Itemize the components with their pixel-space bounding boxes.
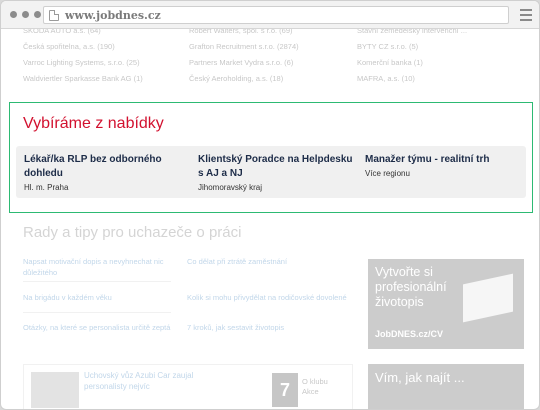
tip-link[interactable]: Otázky, na které se personalista určitě …	[23, 322, 173, 333]
url-text: www.jobdnes.cz	[65, 9, 161, 22]
hamburger-menu-icon[interactable]	[520, 9, 532, 21]
page-icon	[49, 10, 59, 21]
job-card[interactable]: Lékař/ka RLP bez odborného dohledu Hl. m…	[24, 153, 182, 192]
job-location: Jihomoravský kraj	[198, 183, 263, 192]
tip-link[interactable]: Co dělat při ztrátě zaměstnání	[187, 256, 352, 267]
company-column-3: Stavní zemědělský intervenční ... BYTY C…	[357, 29, 467, 87]
company-link[interactable]: Stavní zemědělský intervenční ...	[357, 29, 467, 39]
job-card[interactable]: Klientský Poradce na Helpdesku s AJ a NJ…	[198, 153, 356, 192]
browser-window: www.jobdnes.cz SKODA AUTO a.s. (64) Česk…	[0, 0, 540, 410]
company-column-1: SKODA AUTO a.s. (64) Česká spořitelna, a…	[23, 29, 143, 87]
company-link[interactable]: Česká spořitelna, a.s. (190)	[23, 39, 143, 55]
company-link[interactable]: Partners Market Vydra s.r.o. (6)	[189, 55, 299, 71]
tip-link[interactable]: 7 kroků, jak sestavit životopis	[187, 322, 352, 333]
maximize-dot-icon[interactable]	[34, 11, 41, 18]
company-link[interactable]: Komerční banka (1)	[357, 55, 467, 71]
company-link[interactable]: MAFRA, a.s. (10)	[357, 71, 467, 87]
tips-heading: Rady a tipy pro uchazeče o práci	[23, 224, 242, 241]
job-location: Hl. m. Praha	[24, 183, 69, 192]
job-title-link[interactable]: Lékař/ka RLP bez odborného dohledu	[24, 153, 182, 181]
job-card[interactable]: Manažer týmu - realitní trh Více regionu	[365, 153, 523, 178]
promo-subtitle: JobDNES.cz/CV	[375, 329, 444, 339]
tip-link[interactable]: Na brigádu v každém věku	[23, 292, 173, 303]
company-column-2: Robert Walters, spol. s r.o. (69) Grafto…	[189, 29, 299, 87]
promo2-text: Vím, jak najít ...	[375, 370, 465, 385]
news-thumbnail	[31, 372, 79, 408]
company-link[interactable]: Varroc Lighting Systems, s.r.o. (25)	[23, 55, 143, 71]
club-badge: 7	[272, 373, 298, 407]
club-badge-label[interactable]: O klubu Akce	[302, 377, 342, 397]
address-bar[interactable]: www.jobdnes.cz	[43, 6, 509, 24]
job-title-link[interactable]: Manažer týmu - realitní trh	[365, 153, 523, 167]
featured-heading: Vybíráme z nabídky	[23, 115, 164, 132]
company-link[interactable]: Robert Walters, spol. s r.o. (69)	[189, 29, 299, 39]
news-headline[interactable]: Uchovský vůz Azubi Car zaujal personalis…	[84, 370, 224, 392]
news-item[interactable]: Uchovský vůz Azubi Car zaujal personalis…	[23, 364, 353, 409]
tip-link[interactable]: Kolik si mohu přivydělat na rodičovské d…	[187, 292, 352, 303]
close-dot-icon[interactable]	[10, 11, 17, 18]
tip-link[interactable]: Napsat motivační dopis a nevyhnechat nic…	[23, 256, 173, 278]
promo-text: Vytvořte si profesionální životopis	[375, 265, 447, 309]
company-link[interactable]: Waldviertler Sparkasse Bank AG (1)	[23, 71, 143, 87]
job-location: Více regionu	[365, 169, 410, 178]
featured-jobs-panel: Vybíráme z nabídky Lékař/ka RLP bez odbo…	[9, 102, 533, 213]
divider	[23, 281, 171, 282]
company-link[interactable]: SKODA AUTO a.s. (64)	[23, 29, 143, 39]
minimize-dot-icon[interactable]	[22, 11, 29, 18]
secondary-promo-banner[interactable]: Vím, jak najít ...	[368, 364, 524, 409]
job-title-link[interactable]: Klientský Poradce na Helpdesku s AJ a NJ	[198, 153, 356, 181]
company-link[interactable]: Český Aeroholding, a.s. (18)	[189, 71, 299, 87]
divider	[23, 312, 171, 313]
company-link[interactable]: Grafton Recruitment s.r.o. (2874)	[189, 39, 299, 55]
browser-toolbar: www.jobdnes.cz	[1, 1, 539, 29]
featured-job-list: Lékař/ka RLP bez odborného dohledu Hl. m…	[16, 146, 526, 198]
window-controls	[10, 11, 41, 18]
page-viewport: SKODA AUTO a.s. (64) Česká spořitelna, a…	[1, 29, 539, 409]
company-link[interactable]: BYTY CZ s.r.o. (5)	[357, 39, 467, 55]
